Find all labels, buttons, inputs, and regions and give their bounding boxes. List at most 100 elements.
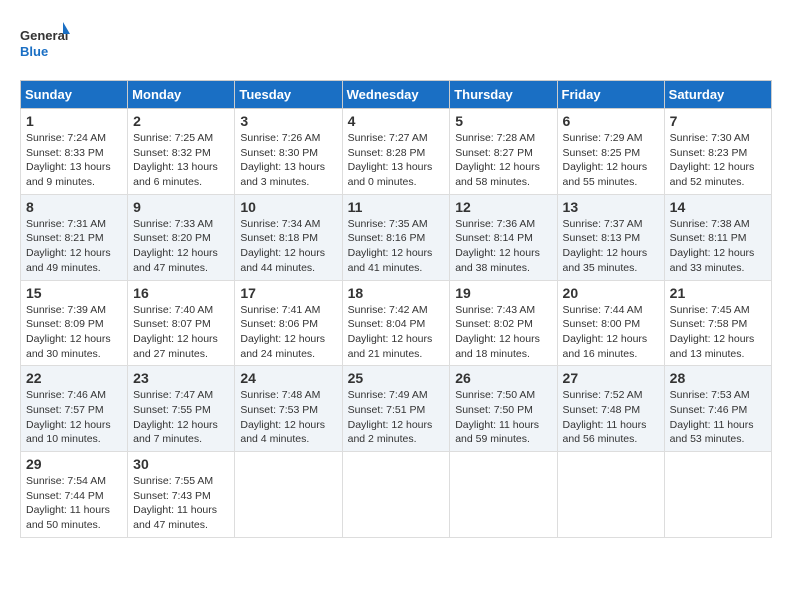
table-cell: 1 Sunrise: 7:24 AM Sunset: 8:33 PM Dayli… — [21, 109, 128, 195]
day-info: Sunrise: 7:45 AM Sunset: 7:58 PM Dayligh… — [670, 303, 766, 362]
table-cell: 12 Sunrise: 7:36 AM Sunset: 8:14 PM Dayl… — [450, 194, 557, 280]
table-cell: 26 Sunrise: 7:50 AM Sunset: 7:50 PM Dayl… — [450, 366, 557, 452]
col-thursday: Thursday — [450, 81, 557, 109]
day-info: Sunrise: 7:40 AM Sunset: 8:07 PM Dayligh… — [133, 303, 229, 362]
day-number: 23 — [133, 370, 229, 386]
table-cell — [664, 452, 771, 538]
logo-svg: General Blue — [20, 20, 70, 65]
day-number: 30 — [133, 456, 229, 472]
calendar-table: Sunday Monday Tuesday Wednesday Thursday… — [20, 80, 772, 538]
day-info: Sunrise: 7:54 AM Sunset: 7:44 PM Dayligh… — [26, 474, 122, 533]
table-cell: 5 Sunrise: 7:28 AM Sunset: 8:27 PM Dayli… — [450, 109, 557, 195]
calendar-row-5: 29 Sunrise: 7:54 AM Sunset: 7:44 PM Dayl… — [21, 452, 772, 538]
table-cell: 3 Sunrise: 7:26 AM Sunset: 8:30 PM Dayli… — [235, 109, 342, 195]
day-number: 26 — [455, 370, 551, 386]
table-cell — [450, 452, 557, 538]
day-number: 27 — [563, 370, 659, 386]
day-number: 4 — [348, 113, 445, 129]
table-cell: 23 Sunrise: 7:47 AM Sunset: 7:55 PM Dayl… — [128, 366, 235, 452]
day-number: 16 — [133, 285, 229, 301]
table-cell — [235, 452, 342, 538]
day-number: 29 — [26, 456, 122, 472]
day-number: 13 — [563, 199, 659, 215]
day-info: Sunrise: 7:26 AM Sunset: 8:30 PM Dayligh… — [240, 131, 336, 190]
day-info: Sunrise: 7:28 AM Sunset: 8:27 PM Dayligh… — [455, 131, 551, 190]
day-number: 6 — [563, 113, 659, 129]
day-info: Sunrise: 7:44 AM Sunset: 8:00 PM Dayligh… — [563, 303, 659, 362]
day-number: 10 — [240, 199, 336, 215]
table-cell: 25 Sunrise: 7:49 AM Sunset: 7:51 PM Dayl… — [342, 366, 450, 452]
col-monday: Monday — [128, 81, 235, 109]
day-number: 18 — [348, 285, 445, 301]
day-info: Sunrise: 7:36 AM Sunset: 8:14 PM Dayligh… — [455, 217, 551, 276]
day-info: Sunrise: 7:42 AM Sunset: 8:04 PM Dayligh… — [348, 303, 445, 362]
day-number: 3 — [240, 113, 336, 129]
table-cell: 27 Sunrise: 7:52 AM Sunset: 7:48 PM Dayl… — [557, 366, 664, 452]
day-info: Sunrise: 7:50 AM Sunset: 7:50 PM Dayligh… — [455, 388, 551, 447]
day-info: Sunrise: 7:46 AM Sunset: 7:57 PM Dayligh… — [26, 388, 122, 447]
table-cell: 14 Sunrise: 7:38 AM Sunset: 8:11 PM Dayl… — [664, 194, 771, 280]
calendar-row-1: 1 Sunrise: 7:24 AM Sunset: 8:33 PM Dayli… — [21, 109, 772, 195]
table-cell — [557, 452, 664, 538]
page-header: General Blue — [20, 20, 772, 65]
table-cell: 30 Sunrise: 7:55 AM Sunset: 7:43 PM Dayl… — [128, 452, 235, 538]
table-cell: 16 Sunrise: 7:40 AM Sunset: 8:07 PM Dayl… — [128, 280, 235, 366]
day-info: Sunrise: 7:33 AM Sunset: 8:20 PM Dayligh… — [133, 217, 229, 276]
day-info: Sunrise: 7:30 AM Sunset: 8:23 PM Dayligh… — [670, 131, 766, 190]
day-info: Sunrise: 7:29 AM Sunset: 8:25 PM Dayligh… — [563, 131, 659, 190]
day-info: Sunrise: 7:27 AM Sunset: 8:28 PM Dayligh… — [348, 131, 445, 190]
col-tuesday: Tuesday — [235, 81, 342, 109]
table-cell — [342, 452, 450, 538]
table-cell: 29 Sunrise: 7:54 AM Sunset: 7:44 PM Dayl… — [21, 452, 128, 538]
day-info: Sunrise: 7:38 AM Sunset: 8:11 PM Dayligh… — [670, 217, 766, 276]
day-number: 17 — [240, 285, 336, 301]
col-wednesday: Wednesday — [342, 81, 450, 109]
svg-text:General: General — [20, 28, 68, 43]
svg-text:Blue: Blue — [20, 44, 48, 59]
day-number: 12 — [455, 199, 551, 215]
day-number: 25 — [348, 370, 445, 386]
table-cell: 2 Sunrise: 7:25 AM Sunset: 8:32 PM Dayli… — [128, 109, 235, 195]
day-info: Sunrise: 7:35 AM Sunset: 8:16 PM Dayligh… — [348, 217, 445, 276]
day-number: 14 — [670, 199, 766, 215]
day-info: Sunrise: 7:49 AM Sunset: 7:51 PM Dayligh… — [348, 388, 445, 447]
day-info: Sunrise: 7:41 AM Sunset: 8:06 PM Dayligh… — [240, 303, 336, 362]
calendar-row-2: 8 Sunrise: 7:31 AM Sunset: 8:21 PM Dayli… — [21, 194, 772, 280]
table-cell: 21 Sunrise: 7:45 AM Sunset: 7:58 PM Dayl… — [664, 280, 771, 366]
day-info: Sunrise: 7:47 AM Sunset: 7:55 PM Dayligh… — [133, 388, 229, 447]
day-info: Sunrise: 7:48 AM Sunset: 7:53 PM Dayligh… — [240, 388, 336, 447]
table-cell: 20 Sunrise: 7:44 AM Sunset: 8:00 PM Dayl… — [557, 280, 664, 366]
day-number: 15 — [26, 285, 122, 301]
day-number: 5 — [455, 113, 551, 129]
day-number: 1 — [26, 113, 122, 129]
table-cell: 13 Sunrise: 7:37 AM Sunset: 8:13 PM Dayl… — [557, 194, 664, 280]
day-info: Sunrise: 7:31 AM Sunset: 8:21 PM Dayligh… — [26, 217, 122, 276]
day-number: 7 — [670, 113, 766, 129]
day-number: 9 — [133, 199, 229, 215]
day-number: 22 — [26, 370, 122, 386]
table-cell: 18 Sunrise: 7:42 AM Sunset: 8:04 PM Dayl… — [342, 280, 450, 366]
day-number: 8 — [26, 199, 122, 215]
day-number: 21 — [670, 285, 766, 301]
logo: General Blue — [20, 20, 70, 65]
day-info: Sunrise: 7:24 AM Sunset: 8:33 PM Dayligh… — [26, 131, 122, 190]
table-cell: 7 Sunrise: 7:30 AM Sunset: 8:23 PM Dayli… — [664, 109, 771, 195]
table-cell: 19 Sunrise: 7:43 AM Sunset: 8:02 PM Dayl… — [450, 280, 557, 366]
day-number: 11 — [348, 199, 445, 215]
day-info: Sunrise: 7:43 AM Sunset: 8:02 PM Dayligh… — [455, 303, 551, 362]
calendar-header-row: Sunday Monday Tuesday Wednesday Thursday… — [21, 81, 772, 109]
table-cell: 6 Sunrise: 7:29 AM Sunset: 8:25 PM Dayli… — [557, 109, 664, 195]
day-number: 28 — [670, 370, 766, 386]
calendar-row-4: 22 Sunrise: 7:46 AM Sunset: 7:57 PM Dayl… — [21, 366, 772, 452]
table-cell: 28 Sunrise: 7:53 AM Sunset: 7:46 PM Dayl… — [664, 366, 771, 452]
day-info: Sunrise: 7:55 AM Sunset: 7:43 PM Dayligh… — [133, 474, 229, 533]
day-number: 19 — [455, 285, 551, 301]
day-info: Sunrise: 7:37 AM Sunset: 8:13 PM Dayligh… — [563, 217, 659, 276]
table-cell: 10 Sunrise: 7:34 AM Sunset: 8:18 PM Dayl… — [235, 194, 342, 280]
table-cell: 17 Sunrise: 7:41 AM Sunset: 8:06 PM Dayl… — [235, 280, 342, 366]
day-number: 24 — [240, 370, 336, 386]
col-friday: Friday — [557, 81, 664, 109]
day-info: Sunrise: 7:52 AM Sunset: 7:48 PM Dayligh… — [563, 388, 659, 447]
table-cell: 4 Sunrise: 7:27 AM Sunset: 8:28 PM Dayli… — [342, 109, 450, 195]
day-info: Sunrise: 7:53 AM Sunset: 7:46 PM Dayligh… — [670, 388, 766, 447]
